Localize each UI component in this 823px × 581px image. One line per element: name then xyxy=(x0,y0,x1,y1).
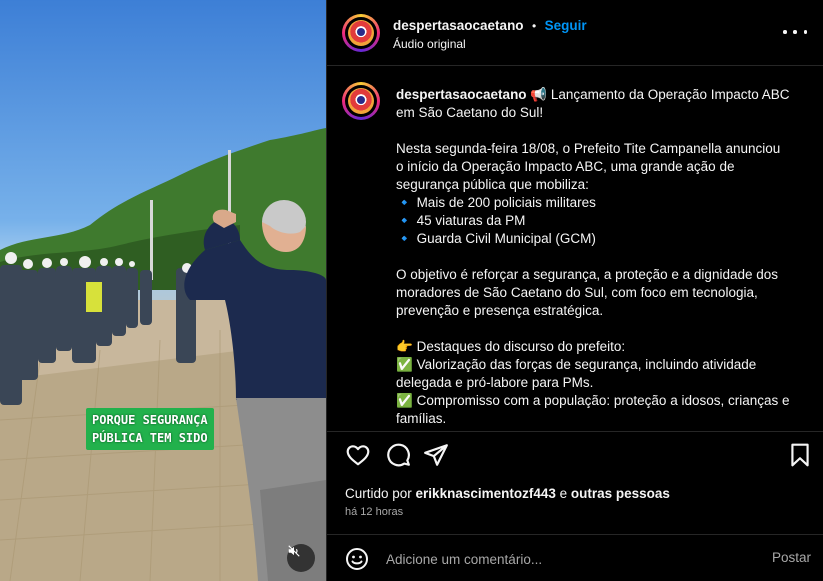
caption-avatar[interactable] xyxy=(342,82,380,120)
check-mark-icon: ✅ xyxy=(396,393,413,408)
check-mark-icon: ✅ xyxy=(396,357,413,372)
caption-line: o início da Operação Impacto ABC, uma gr… xyxy=(396,159,735,174)
pointing-hand-icon: 👉 xyxy=(396,339,413,354)
liked-by-user[interactable]: erikknascimentozf443 xyxy=(416,486,556,501)
header-username[interactable]: despertasaocaetano xyxy=(393,18,524,33)
overlay-caption-line: PORQUE SEGURANÇA xyxy=(92,413,208,427)
post-side-panel: despertasaocaetano • Seguir Áudio origin… xyxy=(326,0,823,581)
comment-input[interactable] xyxy=(384,548,748,570)
highlight-line: Valorização das forças de segurança, inc… xyxy=(412,357,757,372)
highlights-title: Destaques do discurso do prefeito: xyxy=(412,339,626,354)
caption-username[interactable]: despertasaocaetano xyxy=(396,87,527,102)
post-timestamp[interactable]: há 12 horas xyxy=(345,506,403,518)
audio-link[interactable]: Áudio original xyxy=(393,37,466,51)
muted-speaker-icon xyxy=(288,545,300,557)
caption-title: Lançamento da Operação Impacto ABC xyxy=(547,87,790,102)
caption-line: Nesta segunda-feira 18/08, o Prefeito Ti… xyxy=(396,141,781,156)
caption-title-line2: em São Caetano do Sul! xyxy=(396,105,544,120)
caption-text: despertasaocaetano 📢 Lançamento da Opera… xyxy=(396,86,806,431)
overlay-caption-line: PÚBLICA TEM SIDO xyxy=(92,431,208,445)
caption-line: O objetivo é reforçar a segurança, a pro… xyxy=(396,267,778,282)
share-icon[interactable] xyxy=(423,442,449,468)
post-comment-button[interactable]: Postar xyxy=(772,550,811,565)
heart-icon[interactable] xyxy=(345,442,371,468)
bullet-item: 🔹 Guarda Civil Municipal (GCM) xyxy=(396,231,596,246)
mute-button[interactable] xyxy=(287,544,315,572)
more-options-button[interactable] xyxy=(783,24,807,40)
highlight-line: famílias. xyxy=(396,411,447,426)
video-frame xyxy=(0,128,326,581)
bullet-item: 🔹 Mais de 200 policiais militares xyxy=(396,195,596,210)
video-caption-overlay: PORQUE SEGURANÇA PÚBLICA TEM SIDO xyxy=(86,408,214,450)
blue-diamond-icon: 🔹 xyxy=(396,213,413,228)
emoji-icon[interactable] xyxy=(345,547,369,571)
profile-logo-icon xyxy=(348,20,374,46)
avatar[interactable] xyxy=(342,14,380,52)
liked-by-text: Curtido por erikknascimentozf443 e outra… xyxy=(345,486,670,501)
post-header: despertasaocaetano • Seguir Áudio origin… xyxy=(327,0,823,66)
profile-logo-icon xyxy=(348,88,374,114)
comment-icon[interactable] xyxy=(385,442,411,468)
caption-line: segurança pública que mobiliza: xyxy=(396,177,589,192)
highlight-line: Compromisso com a população: proteção a … xyxy=(412,393,790,408)
caption-section: despertasaocaetano 📢 Lançamento da Opera… xyxy=(327,66,823,432)
caption-line: prevenção e presença estratégica. xyxy=(396,303,604,318)
blue-diamond-icon: 🔹 xyxy=(396,231,413,246)
bookmark-icon[interactable] xyxy=(787,442,813,468)
reel-video[interactable]: PORQUE SEGURANÇA PÚBLICA TEM SIDO xyxy=(0,0,326,581)
more-icon xyxy=(783,30,787,34)
liked-by-others[interactable]: outras pessoas xyxy=(571,486,670,501)
blue-diamond-icon: 🔹 xyxy=(396,195,413,210)
megaphone-icon: 📢 xyxy=(530,87,548,102)
highlight-line: delegada e pró-labore para PMs. xyxy=(396,375,594,390)
add-comment-bar: Postar xyxy=(327,534,823,581)
action-bar xyxy=(343,442,813,470)
separator-dot: • xyxy=(532,19,537,33)
bullet-item: 🔹 45 viaturas da PM xyxy=(396,213,526,228)
follow-button[interactable]: Seguir xyxy=(545,18,587,33)
caption-line: moradores de São Caetano do Sul, com foc… xyxy=(396,285,758,300)
